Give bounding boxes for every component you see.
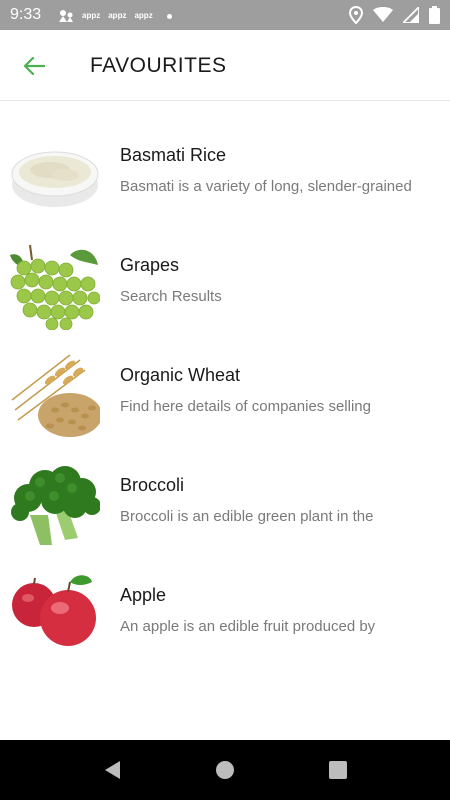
arrow-back-icon (23, 57, 45, 75)
favourites-list: Basmati Rice Basmati is a variety of lon… (0, 101, 450, 680)
wifi-icon (373, 7, 393, 22)
battery-icon (429, 6, 440, 24)
rice-bowl-image (11, 151, 99, 207)
item-name: Basmati Rice (120, 145, 227, 165)
list-item[interactable]: Apple An apple is an edible fruit produc… (0, 570, 450, 680)
apple-image (12, 575, 96, 646)
back-triangle-icon (105, 761, 120, 779)
app-bar: FAVOURITES (0, 30, 450, 101)
list-item[interactable]: Broccoli Broccoli is an edible green pla… (0, 460, 450, 570)
nav-recents-button[interactable] (326, 758, 350, 782)
location-icon (349, 6, 363, 24)
home-circle-icon (216, 761, 234, 779)
apps-notification-icon: appz (134, 11, 153, 20)
grapes-image (10, 244, 100, 330)
list-item[interactable]: Organic Wheat Find here details of compa… (0, 350, 450, 460)
system-nav-bar (0, 740, 450, 800)
more-notifications-dot-icon (166, 13, 172, 19)
apps-notification-icon: appz (82, 11, 101, 20)
page-title: FAVOURITES (90, 54, 227, 77)
back-button[interactable] (16, 48, 52, 84)
apps-notification-icon: appz (108, 11, 127, 20)
recents-square-icon (329, 761, 347, 779)
item-description: Find here details of companies selling (120, 398, 371, 415)
item-name: Apple (120, 585, 167, 605)
notification-icons: appz appz appz (58, 9, 172, 23)
nav-home-button[interactable] (213, 758, 237, 782)
list-item[interactable]: Basmati Rice Basmati is a variety of lon… (0, 130, 450, 240)
broccoli-image (11, 466, 100, 545)
status-bar: 9:33 appz appz appz (0, 0, 450, 30)
item-name: Organic Wheat (120, 365, 241, 385)
wheat-image (11, 354, 100, 437)
item-description: Search Results (120, 288, 222, 305)
status-time: 9:33 (10, 6, 42, 23)
item-name: Broccoli (120, 475, 185, 495)
app-notification-icon (59, 10, 73, 22)
item-name: Grapes (120, 255, 180, 275)
system-icons (349, 6, 440, 24)
item-description: Broccoli is an edible green plant in the (120, 508, 374, 525)
nav-back-button[interactable] (100, 758, 124, 782)
item-description: An apple is an edible fruit produced by (120, 618, 376, 635)
item-description: Basmati is a variety of long, slender-gr… (120, 178, 412, 195)
signal-icon (403, 7, 419, 23)
list-item[interactable]: Grapes Search Results (0, 240, 450, 350)
